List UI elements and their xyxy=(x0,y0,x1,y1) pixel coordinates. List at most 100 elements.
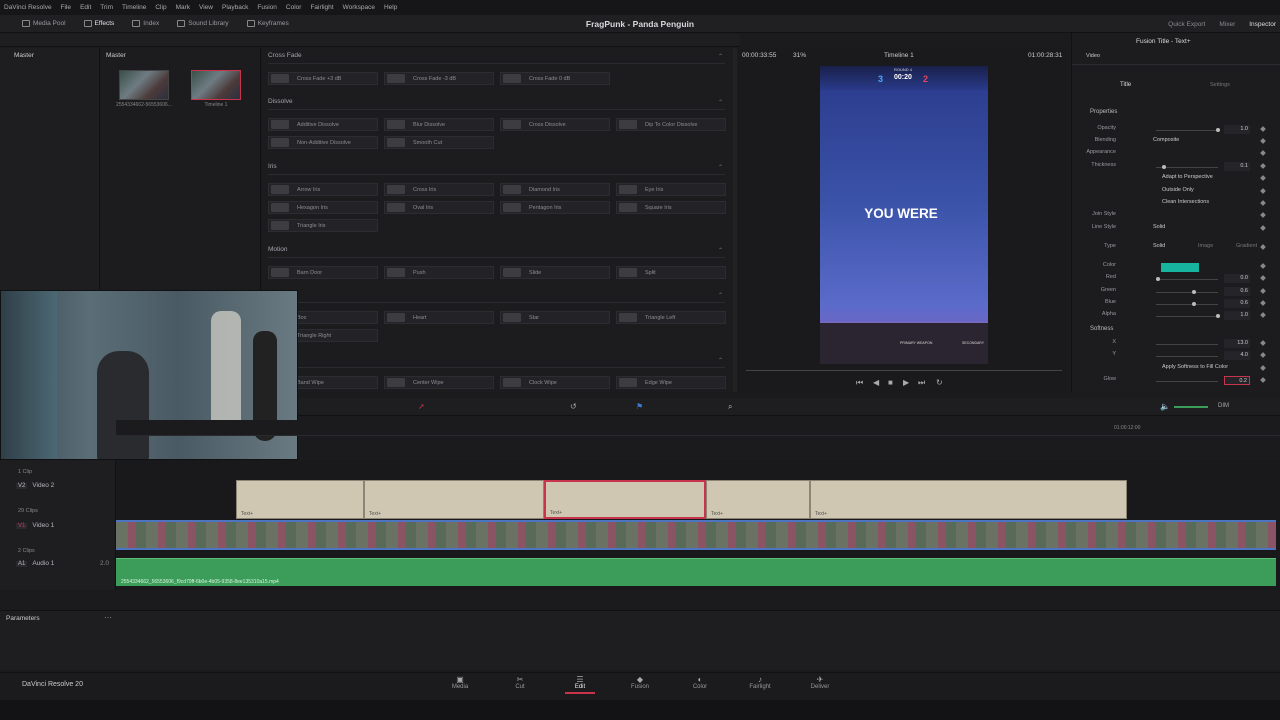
effect-item[interactable]: Barn Door xyxy=(268,266,378,279)
volume-slider[interactable] xyxy=(1174,406,1208,408)
value-slider[interactable] xyxy=(1156,344,1218,345)
slider-handle[interactable] xyxy=(1156,277,1160,281)
slider-handle[interactable] xyxy=(1216,314,1220,318)
properties-header[interactable]: Properties xyxy=(1090,109,1117,115)
text-clip-selected[interactable]: Text+ xyxy=(544,480,706,519)
keyframe-icon[interactable] xyxy=(1260,150,1266,156)
zoom-icon[interactable]: ⌕ xyxy=(728,402,732,412)
video-clip-strip[interactable] xyxy=(116,520,1276,550)
effect-item[interactable]: Square Iris xyxy=(616,201,726,214)
effect-item[interactable]: Edge Wipe xyxy=(616,376,726,389)
keyframe-icon[interactable] xyxy=(1260,275,1266,281)
menu-file[interactable]: File xyxy=(61,4,71,11)
collapse-icon[interactable]: ⌃ xyxy=(718,164,723,171)
value-slider[interactable] xyxy=(1156,356,1218,357)
value-slider[interactable] xyxy=(1156,279,1218,280)
page-deliver[interactable]: ✈ Deliver xyxy=(798,675,842,690)
keyframe-icon[interactable] xyxy=(1260,365,1266,371)
effect-item[interactable]: Dip To Color Dissolve xyxy=(616,118,726,131)
keyframe-icon[interactable] xyxy=(1260,263,1266,269)
page-color[interactable]: ◐ Color xyxy=(678,675,722,690)
effect-item[interactable]: Non-Additive Dissolve xyxy=(268,136,378,149)
keyframe-icon[interactable] xyxy=(1260,300,1266,306)
keyframe-icon[interactable] xyxy=(1260,175,1266,181)
snap-icon[interactable]: ↺ xyxy=(570,402,577,411)
page-fusion[interactable]: ◆ Fusion xyxy=(618,675,662,690)
effect-item[interactable]: Pentagon Iris xyxy=(500,201,610,214)
effects-button[interactable]: Effects xyxy=(75,15,124,33)
value-slider[interactable] xyxy=(1156,304,1218,305)
effect-item[interactable]: Cross Iris xyxy=(384,183,494,196)
effect-item[interactable]: Center Wipe xyxy=(384,376,494,389)
text-clip[interactable]: Text+ xyxy=(706,480,810,519)
play-reverse-icon[interactable]: ◀ xyxy=(873,378,879,387)
selection-tool-icon[interactable]: ➚ xyxy=(418,402,425,411)
slider-handle[interactable] xyxy=(1192,302,1196,306)
inspector-value[interactable]: Clean Intersections xyxy=(1162,199,1209,205)
value-field[interactable]: 0.6 xyxy=(1224,287,1250,296)
keyframe-icon[interactable] xyxy=(1260,352,1266,358)
track-header-a1[interactable]: A1 Audio 1 2.0 xyxy=(0,560,116,567)
keyframe-icon[interactable] xyxy=(1260,377,1266,383)
track-header-v2[interactable]: V2 Video 2 xyxy=(0,482,116,489)
text-clip[interactable]: Text+ xyxy=(810,480,1127,519)
go-end-icon[interactable]: ⏭ xyxy=(918,378,925,388)
effect-item[interactable]: Hexagon Iris xyxy=(268,201,378,214)
text-clip[interactable]: Text+ xyxy=(236,480,364,519)
keyframe-icon[interactable] xyxy=(1260,138,1266,144)
track-header-v1[interactable]: V1 Video 1 xyxy=(0,522,116,529)
effect-item[interactable]: Split xyxy=(616,266,726,279)
zoom-level[interactable]: 31% xyxy=(793,52,806,59)
effect-item[interactable]: Cross Fade +3 dB xyxy=(268,72,378,85)
effect-item[interactable]: Arrow Iris xyxy=(268,183,378,196)
dim-button[interactable]: DIM xyxy=(1218,403,1229,409)
menu-color[interactable]: Color xyxy=(286,4,302,11)
keyframe-icon[interactable] xyxy=(1260,244,1266,250)
menu-view[interactable]: View xyxy=(199,4,213,11)
audio-clip[interactable] xyxy=(116,558,1276,586)
more-options-icon[interactable]: ⋯ xyxy=(104,613,112,622)
value-field[interactable]: 0.0 xyxy=(1224,274,1250,283)
timeline-selector[interactable]: Timeline 1 xyxy=(884,52,914,59)
value-slider[interactable] xyxy=(1156,292,1218,293)
master-bin[interactable]: Master xyxy=(14,52,34,59)
effect-item[interactable]: Heart xyxy=(384,311,494,324)
slider-handle[interactable] xyxy=(1216,128,1220,132)
type-option[interactable]: Gradient xyxy=(1236,243,1257,249)
type-option[interactable]: Image xyxy=(1198,243,1213,249)
keyframe-icon[interactable] xyxy=(1260,126,1266,132)
effect-item[interactable]: Additive Dissolve xyxy=(268,118,378,131)
keyframe-icon[interactable] xyxy=(1260,225,1266,231)
keyframe-icon[interactable] xyxy=(1260,212,1266,218)
effect-item[interactable]: Blur Dissolve xyxy=(384,118,494,131)
value-slider[interactable] xyxy=(1156,316,1218,317)
effect-item[interactable]: Push xyxy=(384,266,494,279)
menu-fairlight[interactable]: Fairlight xyxy=(310,4,333,11)
effects-scrollbar[interactable] xyxy=(733,48,737,392)
value-field[interactable]: 4.0 xyxy=(1224,351,1250,360)
value-field[interactable]: 13.0 xyxy=(1224,339,1250,348)
keyframe-icon[interactable] xyxy=(1260,188,1266,194)
effect-item[interactable]: Triangle Iris xyxy=(268,219,378,232)
menu-help[interactable]: Help xyxy=(384,4,397,11)
tab-settings[interactable]: Settings xyxy=(1210,82,1230,88)
inspector-value[interactable]: Solid xyxy=(1153,224,1165,230)
value-slider[interactable] xyxy=(1156,130,1218,131)
app-menu[interactable]: DaVinci Resolve xyxy=(4,4,52,11)
menu-mark[interactable]: Mark xyxy=(176,4,190,11)
flag-icon[interactable]: ⚑ xyxy=(636,402,643,411)
collapse-icon[interactable]: ⌃ xyxy=(718,247,723,254)
softness-option[interactable]: Apply Softness to Fill Color xyxy=(1162,364,1228,370)
effect-item[interactable]: Oval Iris xyxy=(384,201,494,214)
page-fairlight[interactable]: ♪ Fairlight xyxy=(738,675,782,690)
softness-header[interactable]: Softness xyxy=(1090,326,1113,332)
effect-item[interactable]: Triangle Left xyxy=(616,311,726,324)
play-icon[interactable]: ▶ xyxy=(903,378,909,387)
quick-export-button[interactable]: Quick Export xyxy=(1168,21,1205,28)
keyframe-icon[interactable] xyxy=(1260,340,1266,346)
timeline-ruler[interactable]: 01:00:12:00 xyxy=(116,420,1280,436)
effect-item[interactable]: Diamond Iris xyxy=(500,183,610,196)
collapse-icon[interactable]: ⌃ xyxy=(718,357,723,364)
slider-handle[interactable] xyxy=(1192,290,1196,294)
keyframe-icon[interactable] xyxy=(1260,288,1266,294)
